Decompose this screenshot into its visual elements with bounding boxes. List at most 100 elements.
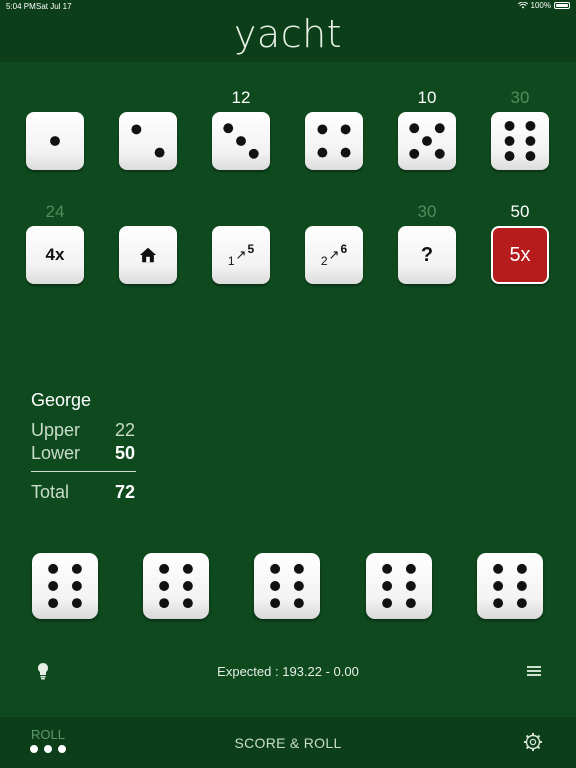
- rolled-die[interactable]: [143, 553, 209, 619]
- die-pip: [340, 124, 351, 135]
- die-pip: [71, 581, 82, 591]
- grand-total-value: 72: [114, 482, 135, 502]
- die-pip: [405, 598, 416, 609]
- rolls-remaining-indicator: [24, 745, 72, 753]
- roll-dot: [58, 745, 66, 753]
- die-pip: [516, 581, 527, 591]
- die-pip: [382, 598, 393, 609]
- lower-total-value: 50: [114, 443, 135, 463]
- die-pip: [293, 598, 304, 609]
- rolled-die[interactable]: [366, 553, 432, 619]
- wifi-icon: [517, 2, 528, 9]
- divider: [31, 471, 136, 472]
- die-pip: [422, 136, 432, 146]
- die-pip: [493, 581, 504, 591]
- category-fours[interactable]: [305, 112, 363, 170]
- rolled-die[interactable]: [32, 553, 98, 619]
- die-pip: [154, 147, 165, 158]
- category-threes[interactable]: [212, 112, 270, 170]
- grand-total-label: Total: [31, 482, 70, 502]
- roll-button[interactable]: ROLL: [24, 727, 72, 763]
- die-pip: [525, 151, 536, 162]
- rolled-die[interactable]: [254, 553, 320, 619]
- straight-from: 2: [320, 254, 328, 268]
- die-pip: [493, 598, 504, 609]
- die-pip: [248, 148, 259, 159]
- status-bar-overlay: 5:04 PM Sat Jul 17 100%: [0, 0, 576, 14]
- die-pip: [405, 563, 416, 574]
- chance-label: ?: [420, 243, 434, 266]
- die-pip: [293, 581, 304, 591]
- fives-score: 10: [417, 88, 437, 107]
- roll-label: ROLL: [31, 727, 65, 742]
- category-chance[interactable]: ?: [398, 226, 456, 284]
- die-pip: [236, 136, 246, 146]
- category-yacht[interactable]: 5x: [491, 226, 549, 284]
- die-face-6: [504, 120, 536, 162]
- die-pip: [71, 598, 82, 609]
- lower-total-row: Lower 50: [31, 443, 141, 466]
- die-pip: [382, 563, 393, 574]
- die-face-6: [493, 563, 527, 609]
- threes-score: 12: [231, 88, 251, 107]
- roll-dot: [44, 745, 52, 753]
- die-pip: [405, 581, 416, 591]
- category-sixes[interactable]: [491, 112, 549, 170]
- status-date-text: Sat Jul 17: [36, 2, 72, 11]
- die-pip: [317, 147, 328, 158]
- die-pip: [525, 120, 536, 131]
- die-pip: [409, 148, 420, 159]
- small-straight-label: 1 ↗ 5: [212, 226, 270, 284]
- category-small-straight[interactable]: 1 ↗ 5: [212, 226, 270, 284]
- player-name: George: [31, 390, 92, 410]
- die-pip: [48, 598, 59, 609]
- die-pip: [270, 581, 281, 591]
- die-face-6: [159, 563, 193, 609]
- expected-score: Expected : 193.22 - 0.00: [217, 664, 359, 679]
- die-pip: [270, 598, 281, 609]
- die-pip: [50, 136, 60, 146]
- die-face-1: [50, 136, 60, 146]
- battery-percent: 100%: [530, 1, 551, 10]
- die-pip: [409, 123, 420, 134]
- die-pip: [504, 120, 515, 131]
- menu-line: [527, 670, 541, 672]
- die-pip: [504, 151, 515, 162]
- die-pip: [223, 123, 234, 134]
- four-of-a-kind-score: 24: [45, 202, 65, 221]
- die-pip: [182, 581, 193, 591]
- die-pip: [382, 581, 393, 591]
- yacht-score: 50: [510, 202, 530, 221]
- die-pip: [493, 563, 504, 574]
- rolled-die[interactable]: [477, 553, 543, 619]
- category-four-of-a-kind[interactable]: 4x: [26, 226, 84, 284]
- die-face-6: [270, 563, 304, 609]
- category-twos[interactable]: [119, 112, 177, 170]
- die-pip: [340, 147, 351, 158]
- category-fives[interactable]: [398, 112, 456, 170]
- category-ones[interactable]: [26, 112, 84, 170]
- die-face-5: [409, 123, 445, 159]
- score-and-roll-button[interactable]: SCORE & ROLL: [188, 735, 388, 751]
- bottom-bar: ROLL SCORE & ROLL: [0, 717, 576, 768]
- grand-total-row: Total 72: [31, 482, 141, 505]
- upper-total-value: 22: [114, 420, 135, 440]
- die-pip: [504, 136, 515, 146]
- menu-icon[interactable]: [527, 666, 541, 676]
- die-pip: [182, 598, 193, 609]
- category-full-house[interactable]: [119, 226, 177, 284]
- sixes-score: 30: [510, 88, 530, 107]
- die-face-6: [48, 563, 82, 609]
- die-pip: [71, 563, 82, 574]
- die-pip: [317, 124, 328, 135]
- die-pip: [270, 563, 281, 574]
- straight-to: 6: [340, 242, 348, 256]
- gear-icon[interactable]: [523, 732, 543, 752]
- category-large-straight[interactable]: 2 ↗ 6: [305, 226, 363, 284]
- house-icon-svg: [139, 247, 157, 263]
- battery-icon: [554, 2, 570, 9]
- status-time-text: 5:04 PM: [6, 2, 36, 11]
- straight-to: 5: [247, 242, 255, 256]
- die-pip: [516, 598, 527, 609]
- arrow-up-right-icon: ↗: [328, 247, 340, 262]
